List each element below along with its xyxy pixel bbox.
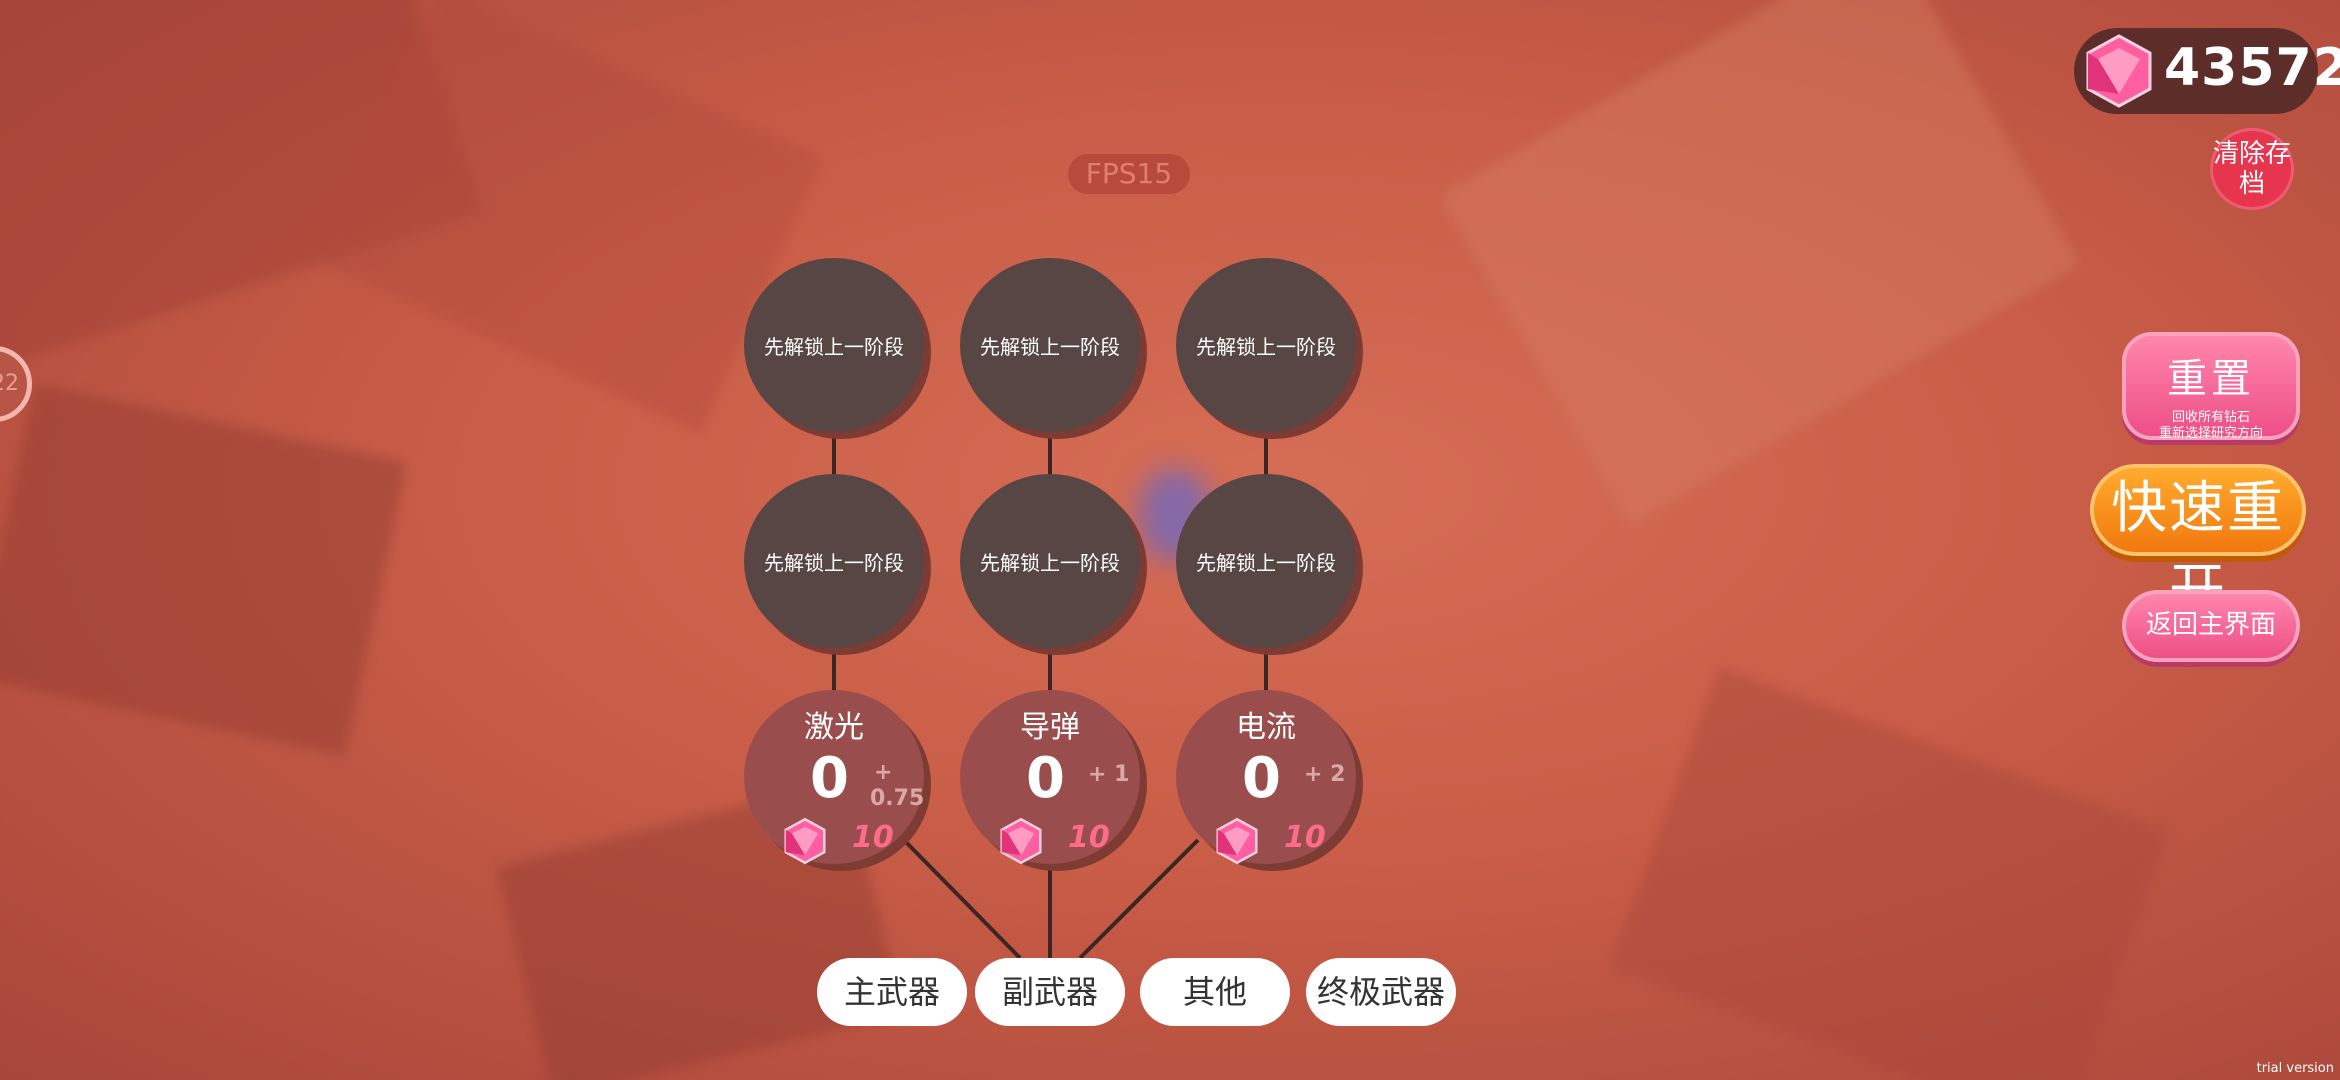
weapon-level: 0 bbox=[810, 746, 849, 811]
bg-polygon bbox=[1609, 667, 2171, 1080]
trial-version-label: trial version bbox=[2256, 1061, 2334, 1076]
locked-node-missile-tier3[interactable]: 先解锁上一阶段 bbox=[960, 258, 1140, 432]
weapon-name: 导弹 bbox=[1020, 710, 1080, 745]
gem-icon bbox=[1000, 818, 1042, 864]
weapon-increment: + 2 bbox=[1304, 762, 1345, 788]
fps-counter: FPS15 bbox=[1068, 154, 1190, 194]
gem-icon bbox=[784, 818, 826, 864]
locked-node-current-tier3[interactable]: 先解锁上一阶段 bbox=[1176, 258, 1356, 432]
weapon-increment: + 1 bbox=[1088, 762, 1129, 788]
locked-node-current-tier2[interactable]: 先解锁上一阶段 bbox=[1176, 474, 1356, 648]
tab-other[interactable]: 其他 bbox=[1140, 958, 1290, 1026]
increment-sign: + bbox=[1304, 762, 1323, 787]
locked-node-missile-tier2[interactable]: 先解锁上一阶段 bbox=[960, 474, 1140, 648]
increment-value: 2 bbox=[1330, 762, 1346, 787]
gem-counter: 43572 bbox=[2074, 28, 2340, 114]
gem-icon bbox=[2086, 34, 2152, 108]
reset-button[interactable]: 重置 回收所有钻石 重新选择研究方向 bbox=[2122, 332, 2300, 441]
clear-save-button[interactable]: 清除存档 bbox=[2210, 128, 2294, 210]
increment-sign: + bbox=[1088, 762, 1107, 787]
tab-sub-weapon[interactable]: 副武器 bbox=[975, 958, 1125, 1026]
locked-node-laser-tier3[interactable]: 先解锁上一阶段 bbox=[744, 258, 924, 432]
bg-polygon bbox=[1439, 0, 2081, 525]
reset-button-label: 重置 bbox=[2167, 356, 2255, 402]
weapon-node-missile[interactable]: 导弹 0 + 1 10 bbox=[960, 690, 1140, 864]
upgrade-cost: 10 bbox=[1284, 820, 1326, 855]
increment-sign: + bbox=[874, 760, 893, 785]
locked-node-laser-tier2[interactable]: 先解锁上一阶段 bbox=[744, 474, 924, 648]
weapon-node-laser[interactable]: 激光 0 +0.75 10 bbox=[744, 690, 924, 864]
upgrade-cost: 10 bbox=[852, 820, 894, 855]
weapon-level: 0 bbox=[1026, 746, 1065, 811]
gem-count: 43572 bbox=[2164, 38, 2340, 98]
upgrade-cost: 10 bbox=[1068, 820, 1110, 855]
weapon-name: 电流 bbox=[1236, 710, 1296, 745]
reset-button-sub1: 回收所有钻石 bbox=[2171, 410, 2250, 425]
weapon-level: 0 bbox=[1242, 746, 1281, 811]
weapon-name: 激光 bbox=[804, 710, 864, 745]
tab-ultimate-weapon[interactable]: 终极武器 bbox=[1306, 958, 1456, 1026]
weapon-increment: +0.75 bbox=[870, 760, 925, 812]
tab-main-weapon[interactable]: 主武器 bbox=[817, 958, 967, 1026]
gem-icon bbox=[1216, 818, 1258, 864]
increment-value: 1 bbox=[1114, 762, 1130, 787]
reset-button-sub2: 重新选择研究方向 bbox=[2158, 426, 2263, 441]
return-main-menu-button[interactable]: 返回主界面 bbox=[2122, 590, 2300, 662]
quick-restart-button[interactable]: 快速重开 bbox=[2090, 464, 2306, 623]
increment-value: 0.75 bbox=[870, 786, 925, 811]
weapon-node-current[interactable]: 电流 0 + 2 10 bbox=[1176, 690, 1356, 864]
bg-polygon bbox=[0, 383, 408, 757]
